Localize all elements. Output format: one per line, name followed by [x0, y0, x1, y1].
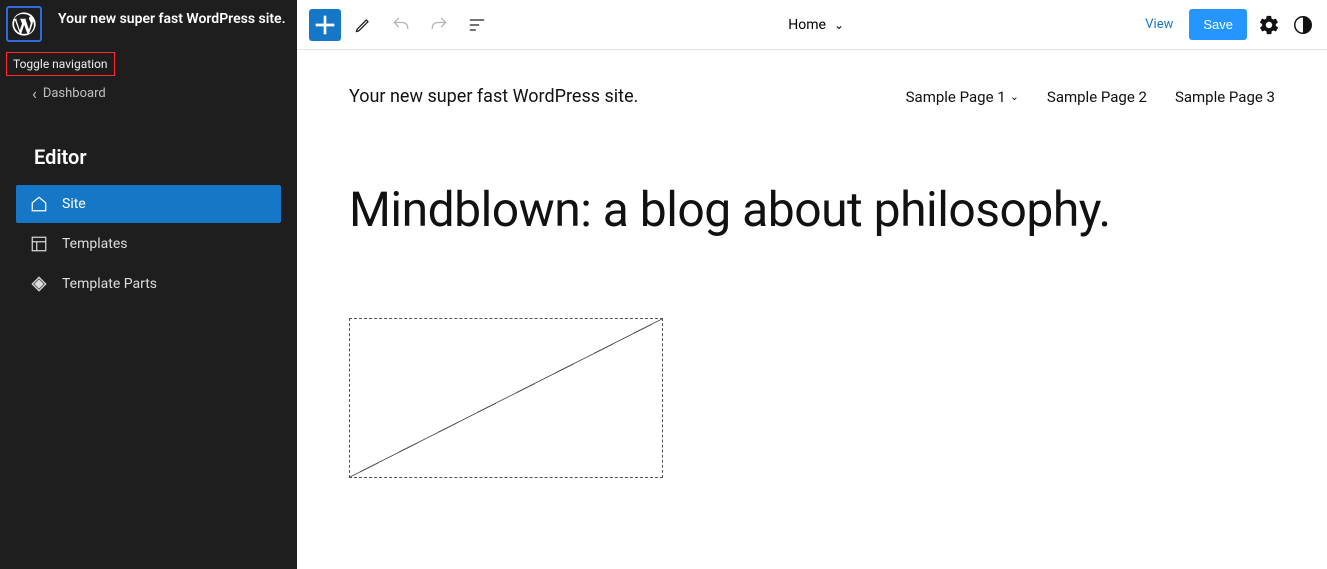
- sidebar-item-site[interactable]: Site: [16, 185, 281, 223]
- undo-button[interactable]: [385, 9, 417, 41]
- settings-button[interactable]: [1257, 13, 1281, 37]
- wordpress-logo-icon[interactable]: [6, 6, 42, 42]
- nav-link-label: Sample Page 3: [1175, 88, 1275, 106]
- editor-toolbar: Home ⌄ View Save: [297, 0, 1327, 50]
- editor-canvas[interactable]: Your new super fast WordPress site. Samp…: [297, 50, 1327, 569]
- sidebar-item-label: Site: [62, 196, 86, 212]
- toolbar-right: View Save: [1139, 9, 1315, 40]
- layout-icon: [30, 235, 48, 253]
- toolbar-left: [309, 9, 493, 41]
- navigation-block[interactable]: Sample Page 1 ⌄ Sample Page 2 Sample Pag…: [906, 88, 1275, 106]
- nav-link-label: Sample Page 2: [1047, 88, 1147, 106]
- toggle-navigation-tooltip: Toggle navigation: [6, 52, 115, 76]
- chevron-down-icon: ⌄: [1010, 90, 1019, 103]
- nav-link-label: Sample Page 1: [906, 88, 1006, 106]
- sidebar-item-template-parts[interactable]: Template Parts: [16, 265, 281, 303]
- pencil-icon: [353, 15, 373, 35]
- edit-mode-button[interactable]: [347, 9, 379, 41]
- undo-icon: [391, 15, 411, 35]
- sidebar-item-templates[interactable]: Templates: [16, 225, 281, 263]
- home-icon: [30, 195, 48, 213]
- save-button[interactable]: Save: [1189, 9, 1247, 40]
- gear-icon: [1258, 14, 1280, 36]
- sidebar-panel-title: Editor: [0, 109, 297, 185]
- plus-icon: [309, 9, 341, 41]
- dashboard-label: Dashboard: [43, 86, 106, 101]
- styles-button[interactable]: [1291, 13, 1315, 37]
- document-selector[interactable]: Home ⌄: [493, 17, 1139, 33]
- site-title-block[interactable]: Your new super fast WordPress site.: [349, 86, 638, 107]
- add-block-button[interactable]: [309, 9, 341, 41]
- list-view-icon: [467, 15, 487, 35]
- contrast-icon: [1292, 14, 1314, 36]
- chevron-down-icon: ⌄: [834, 18, 844, 32]
- redo-icon: [429, 15, 449, 35]
- page-header: Your new super fast WordPress site. Samp…: [349, 86, 1275, 107]
- nav-link[interactable]: Sample Page 1 ⌄: [906, 88, 1019, 106]
- editor-main: Home ⌄ View Save Your new super fast Wor…: [297, 0, 1327, 569]
- heading-block[interactable]: Mindblown: a blog about philosophy.: [349, 181, 1275, 238]
- sidebar-item-label: Template Parts: [62, 276, 157, 292]
- diamond-icon: [30, 275, 48, 293]
- view-link[interactable]: View: [1139, 13, 1179, 36]
- image-placeholder-block[interactable]: [349, 318, 663, 478]
- list-view-button[interactable]: [461, 9, 493, 41]
- redo-button[interactable]: [423, 9, 455, 41]
- sidebar-item-label: Templates: [62, 236, 128, 252]
- editor-sidebar: Your new super fast WordPress site. Togg…: [0, 0, 297, 569]
- dashboard-back-link[interactable]: ‹ Dashboard: [0, 76, 297, 109]
- sidebar-header: Your new super fast WordPress site.: [0, 0, 297, 48]
- nav-link[interactable]: Sample Page 2: [1047, 88, 1147, 106]
- sidebar-site-name: Your new super fast WordPress site.: [58, 6, 286, 30]
- sidebar-nav: Site Templates Template Parts: [0, 185, 297, 303]
- document-label: Home: [788, 17, 826, 33]
- nav-link[interactable]: Sample Page 3: [1175, 88, 1275, 106]
